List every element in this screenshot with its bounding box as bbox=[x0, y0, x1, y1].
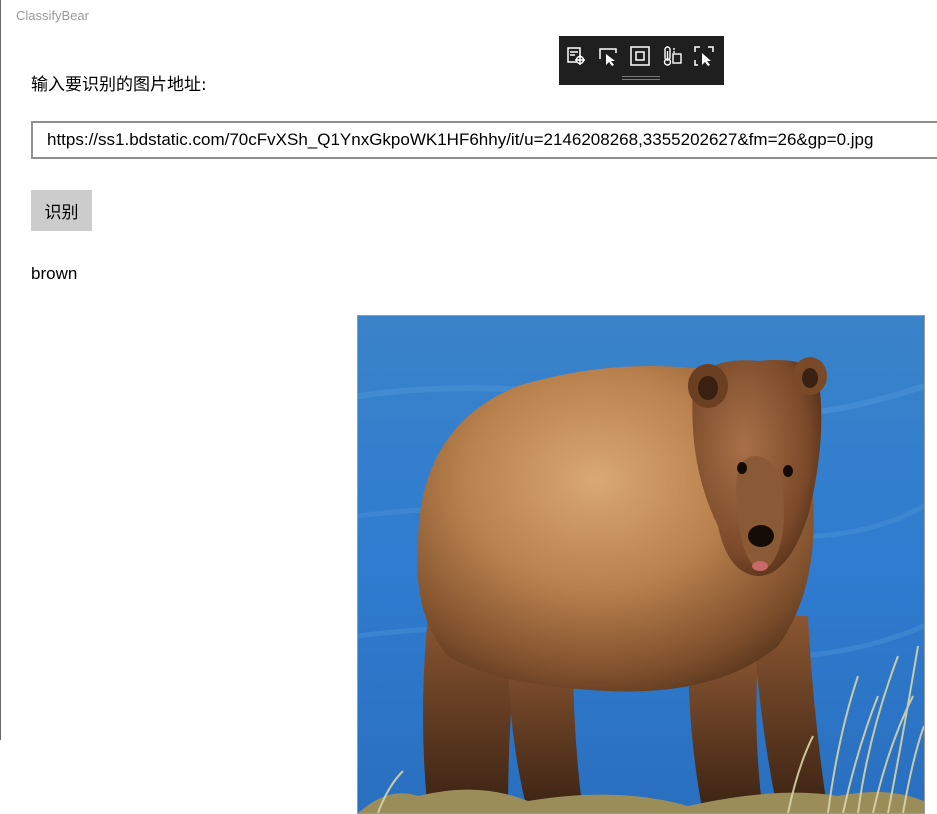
display-layout-adorners-icon[interactable] bbox=[627, 44, 653, 68]
url-prompt-label: 输入要识别的图片地址: bbox=[31, 75, 207, 95]
xaml-debug-toolbar[interactable] bbox=[559, 36, 724, 85]
bear-photo-icon bbox=[357, 315, 925, 814]
track-focus-icon[interactable] bbox=[659, 44, 685, 68]
title-bar[interactable]: ClassifyBear bbox=[0, 0, 937, 32]
live-visual-tree-icon[interactable] bbox=[563, 44, 589, 68]
recognize-button[interactable]: 识别 bbox=[31, 190, 92, 231]
classification-result: brown bbox=[31, 264, 78, 283]
window-left-border bbox=[0, 0, 1, 740]
image-url-input[interactable] bbox=[31, 121, 937, 159]
app-title: ClassifyBear bbox=[16, 8, 89, 23]
preview-selection-icon[interactable] bbox=[691, 44, 717, 68]
toolbar-drag-grip[interactable] bbox=[622, 76, 660, 80]
select-element-icon[interactable] bbox=[595, 44, 621, 68]
